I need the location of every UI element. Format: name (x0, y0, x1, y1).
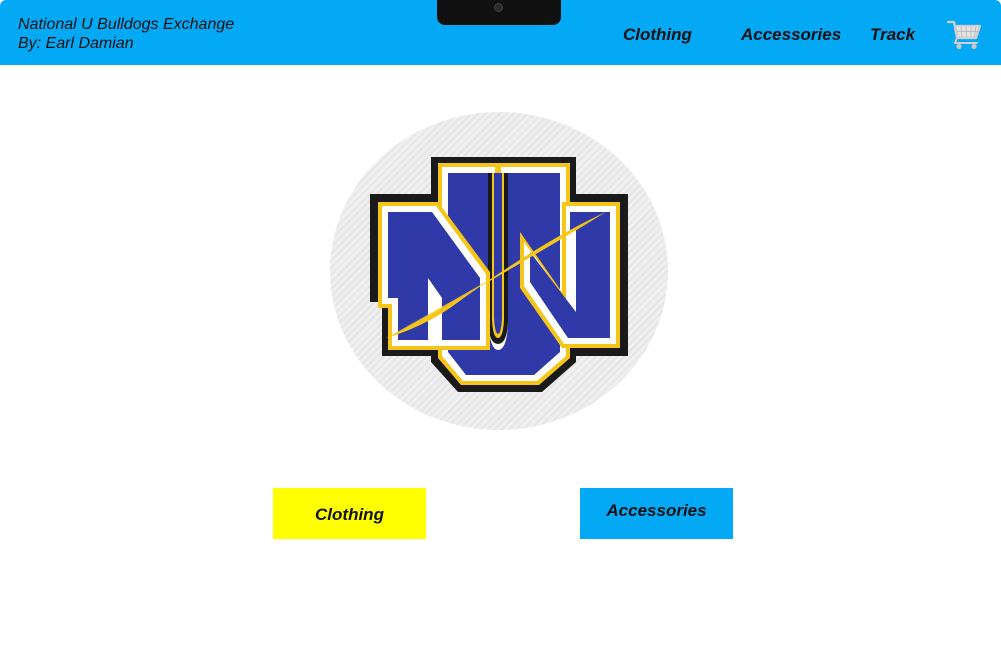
nav-link-track[interactable]: Track (870, 25, 915, 45)
nav-link-clothing[interactable]: Clothing (623, 25, 692, 45)
clothing-button-label: Clothing (315, 504, 384, 524)
shopping-cart-icon (946, 20, 982, 50)
nav-link-accessories[interactable]: Accessories (741, 25, 841, 45)
nu-bulldogs-logo (370, 157, 628, 392)
clothing-button[interactable]: Clothing (273, 488, 426, 539)
camera-icon (494, 3, 503, 12)
accessories-button[interactable]: Accessories (580, 488, 733, 539)
cart-button[interactable] (946, 17, 983, 51)
brand-author: By: Earl Damian (18, 35, 134, 52)
brand-block: National U Bulldogs Exchange By: Earl Da… (18, 15, 234, 53)
hero-logo-badge (330, 112, 668, 430)
accessories-button-label: Accessories (606, 500, 707, 520)
brand-title: National U Bulldogs Exchange (18, 16, 235, 33)
app-frame: National U Bulldogs Exchange By: Earl Da… (0, 0, 1001, 654)
